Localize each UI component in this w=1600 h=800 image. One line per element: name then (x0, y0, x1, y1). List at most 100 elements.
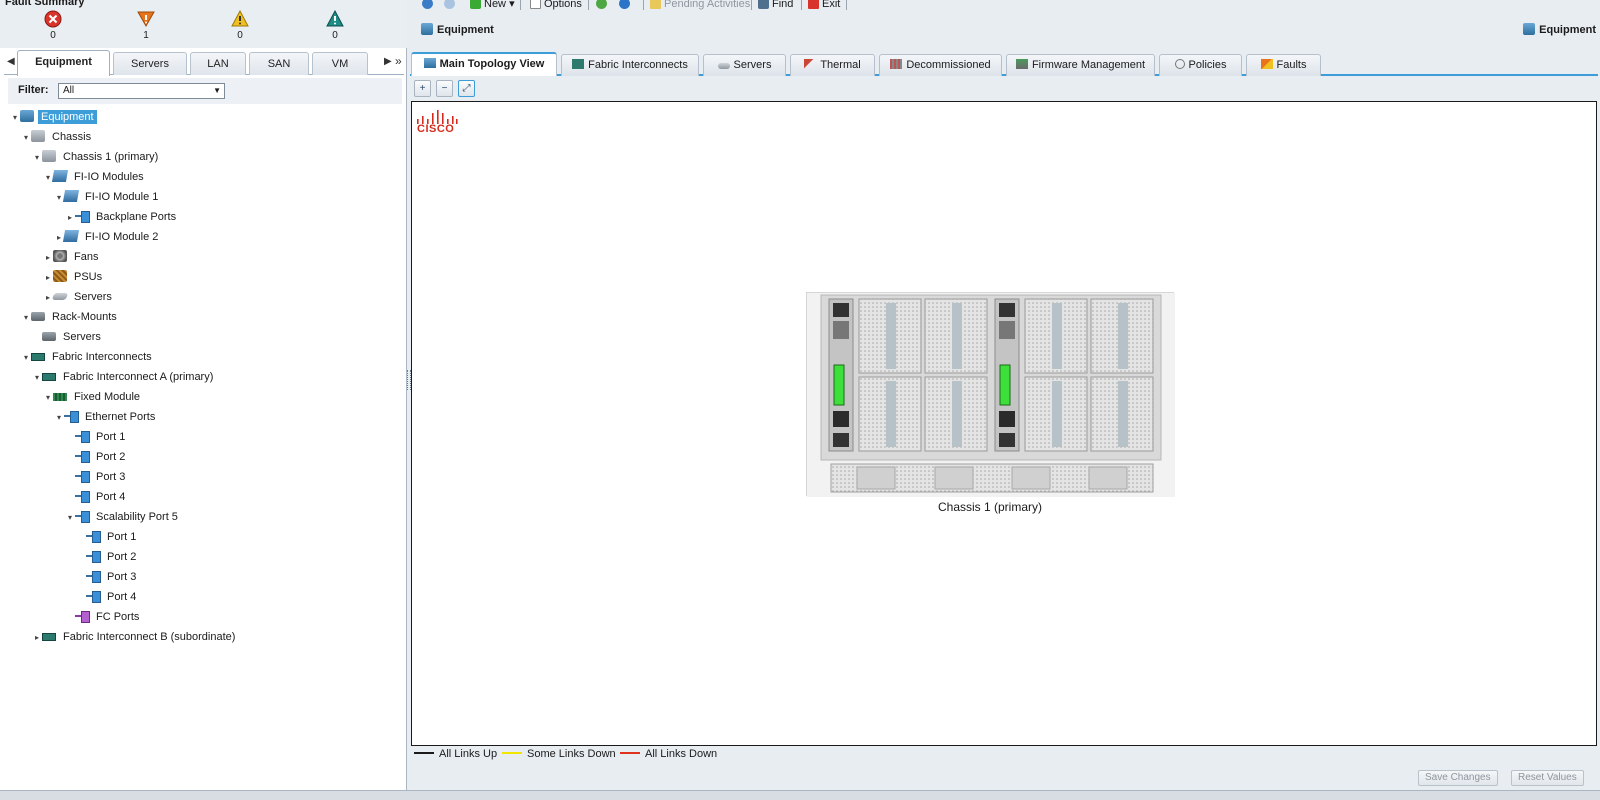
tab-faults[interactable]: Faults (1246, 54, 1321, 76)
tab-fabric-interconnects[interactable]: Fabric Interconnects (561, 54, 699, 76)
critical-faults[interactable]: 0 (38, 10, 68, 41)
expand-arrow-icon[interactable]: ▸ (43, 269, 53, 287)
tree-node[interactable]: ▸ Fans (43, 248, 101, 266)
legend-label: Some Links Down (527, 748, 616, 760)
tree-node[interactable]: Servers (32, 328, 104, 346)
help-button[interactable] (596, 0, 610, 12)
fabric-interconnect-icon (42, 373, 56, 381)
warning-faults[interactable]: 0 (320, 10, 350, 41)
tree-node[interactable]: ▾ Chassis 1 (primary) (32, 148, 161, 166)
tree-node[interactable]: ▾ Fabric Interconnects (21, 348, 155, 366)
expand-arrow-icon[interactable]: ▸ (32, 629, 42, 647)
minor-faults[interactable]: 0 (225, 10, 255, 41)
tab-servers[interactable]: Servers (703, 54, 786, 76)
tree-node[interactable]: Port 3 (76, 568, 139, 586)
chassis-1-image[interactable] (806, 292, 1175, 497)
tree-node[interactable]: Port 1 (76, 528, 139, 546)
tree-node[interactable]: ▾ Chassis (21, 128, 94, 146)
reset-values-button[interactable]: Reset Values (1511, 770, 1584, 786)
options-button[interactable]: Options (530, 0, 582, 12)
more-tabs-icon[interactable]: » (395, 54, 402, 68)
new-button[interactable]: New ▾ (470, 0, 515, 12)
collapse-arrow-icon[interactable]: ▾ (21, 309, 31, 327)
zoom-in-icon[interactable]: + (414, 80, 431, 97)
nav-tab-servers[interactable]: Servers (113, 52, 187, 75)
tree-node[interactable]: ▾ FI-IO Modules (43, 168, 147, 186)
major-faults[interactable]: 1 (131, 10, 161, 41)
tree-node[interactable]: FC Ports (65, 608, 142, 626)
collapse-arrow-icon[interactable]: ▾ (21, 129, 31, 147)
tree-node[interactable]: ▾ Equipment (10, 108, 97, 126)
tree-node[interactable]: Port 2 (65, 448, 128, 466)
collapse-arrow-icon[interactable]: ▾ (43, 389, 53, 407)
tree-node[interactable]: ▾ Rack-Mounts (21, 308, 120, 326)
tree-node-label: Port 3 (107, 571, 137, 583)
tree-node[interactable]: ▾ Scalability Port 5 (65, 508, 181, 526)
tree-node-label: Port 4 (96, 491, 126, 503)
scroll-right-arrow-icon[interactable]: ▶ (384, 56, 392, 67)
fabric-interconnect-icon (42, 633, 56, 641)
tree-node[interactable]: Port 4 (65, 488, 128, 506)
chassis-icon (42, 150, 56, 162)
critical-x-icon (44, 10, 62, 28)
tree-node[interactable]: Port 4 (76, 588, 139, 606)
tree-node[interactable]: ▸ FI-IO Module 2 (54, 228, 161, 246)
nav-tab-equipment[interactable]: Equipment (17, 50, 110, 76)
io-module-icon (62, 230, 80, 242)
expand-arrow-icon[interactable]: ▸ (65, 209, 75, 227)
content-title-right-text: Equipment (1539, 24, 1596, 36)
back-arrow-icon (422, 0, 433, 9)
tree-node-label: Chassis 1 (primary) (63, 151, 159, 163)
tab-main-topology-view[interactable]: Main Topology View (411, 52, 557, 76)
collapse-arrow-icon[interactable]: ▾ (65, 509, 75, 527)
content-tabs: Main Topology View Fabric Interconnects … (410, 52, 1598, 76)
forward-arrow-icon (444, 0, 455, 9)
collapse-arrow-icon[interactable]: ▾ (21, 349, 31, 367)
nav-tab-san[interactable]: SAN (249, 52, 309, 75)
tree-node[interactable]: ▾ FI-IO Module 1 (54, 188, 161, 206)
tree-node[interactable]: ▾ Ethernet Ports (54, 408, 158, 426)
topology-canvas[interactable]: CISCO Chassis 1 (primary) (411, 101, 1597, 746)
chevron-down-icon: ▼ (213, 86, 221, 95)
nav-tab-lan[interactable]: LAN (190, 52, 246, 75)
tab-decommissioned[interactable]: Decommissioned (879, 54, 1002, 76)
zoom-out-icon[interactable]: − (436, 80, 453, 97)
tree-node[interactable]: ▸ Servers (43, 288, 115, 306)
back-button[interactable] (422, 0, 436, 12)
tree-node[interactable]: ▾ Fixed Module (43, 388, 143, 406)
pending-activities-button[interactable]: Pending Activities (650, 0, 750, 12)
collapse-arrow-icon[interactable]: ▾ (32, 369, 42, 387)
tree-node[interactable]: ▾ Fabric Interconnect A (primary) (32, 368, 216, 386)
forward-button[interactable] (444, 0, 458, 12)
info-button[interactable] (619, 0, 633, 12)
tab-policies[interactable]: Policies (1159, 54, 1242, 76)
major-count: 1 (143, 30, 149, 41)
nav-tab-vm[interactable]: VM (312, 52, 368, 75)
exit-button[interactable]: Exit (808, 0, 840, 12)
cisco-logo: CISCO (416, 110, 458, 139)
find-button[interactable]: Find (758, 0, 793, 12)
port-icon (86, 570, 101, 583)
filter-row: Filter: All ▼ (8, 78, 402, 104)
fit-to-window-icon[interactable]: ⤢ (458, 80, 475, 97)
expand-arrow-icon[interactable]: ▸ (43, 249, 53, 267)
filter-select[interactable]: All ▼ (58, 83, 225, 99)
collapse-arrow-icon[interactable]: ▾ (54, 409, 64, 427)
tree-node[interactable]: Port 3 (65, 468, 128, 486)
save-changes-button[interactable]: Save Changes (1418, 770, 1498, 786)
tab-thermal[interactable]: Thermal (790, 54, 875, 76)
tree-node-label: Port 1 (96, 431, 126, 443)
tree-node[interactable]: ▸ Fabric Interconnect B (subordinate) (32, 628, 238, 646)
toolbar-separator (520, 0, 521, 10)
tab-firmware-management[interactable]: Firmware Management (1006, 54, 1155, 76)
thermometer-icon (804, 59, 817, 69)
tree-node[interactable]: Port 2 (76, 548, 139, 566)
tree-node[interactable]: ▸ PSUs (43, 268, 105, 286)
tree-node[interactable]: ▸ Backplane Ports (65, 208, 179, 226)
legend-swatch (502, 752, 522, 754)
tree-node[interactable]: Port 1 (65, 428, 128, 446)
port-icon (75, 430, 90, 443)
collapse-arrow-icon[interactable]: ▾ (10, 109, 20, 127)
scroll-left-arrow-icon[interactable]: ◀ (7, 56, 15, 67)
collapse-arrow-icon[interactable]: ▾ (32, 149, 42, 167)
